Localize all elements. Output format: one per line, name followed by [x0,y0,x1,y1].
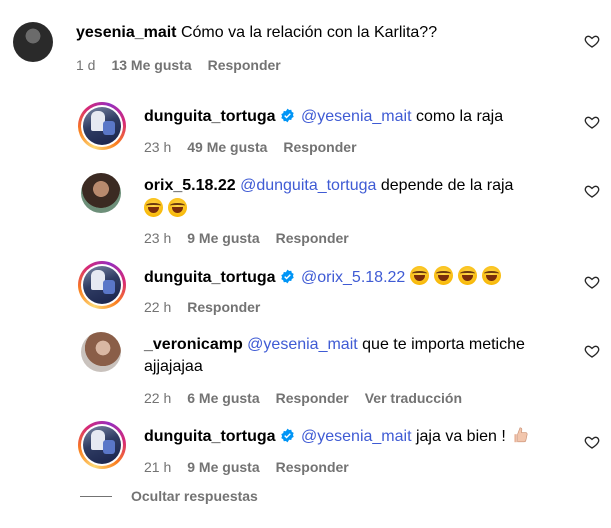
comment-mention[interactable]: @orix_5.18.22 [301,269,405,286]
comment-time[interactable]: 21 h [144,459,171,475]
comment-body: _veronicamp @yesenia_mait que te importa… [144,334,525,356]
face-with-tears-of-joy-icon [457,266,477,285]
comment-likes[interactable]: 6 Me gusta [187,390,259,406]
avatar-dunguita[interactable] [78,261,126,309]
heart-icon[interactable] [584,33,600,49]
comment-likes[interactable]: 13 Me gusta [111,57,191,73]
comment-text-continued: ajjajajaa [144,358,203,375]
comment-body: dunguita_tortuga @yesenia_mait jaja va b… [144,426,528,448]
reply-button[interactable]: Responder [276,390,349,406]
heart-icon[interactable] [584,114,600,130]
thumbs-up-icon [514,427,528,443]
comment-mention[interactable]: @yesenia_mait [301,428,412,445]
comment-time[interactable]: 23 h [144,230,171,246]
verified-badge-icon [280,428,294,443]
avatar-orix[interactable] [81,173,121,213]
comment-likes[interactable]: 9 Me gusta [187,230,259,246]
face-with-tears-of-joy-icon [409,266,429,285]
comment-body: dunguita_tortuga @yesenia_mait como la r… [144,106,503,128]
comment-username[interactable]: _veronicamp [144,336,243,353]
comment-time[interactable]: 1 d [76,57,95,73]
comment-text: como la raja [415,108,504,125]
comment-meta: 22 h Responder [144,298,276,316]
comment-body: orix_5.18.22 @dunguita_tortuga depende d… [144,175,513,197]
avatar-veronicamp[interactable] [81,332,121,372]
reply-button[interactable]: Responder [276,459,349,475]
comment-text: Cómo va la relación con la Karlita?? [180,24,438,41]
reply-button[interactable]: Responder [187,299,260,315]
comment-meta: 21 h 9 Me gusta Responder [144,458,365,476]
comment-username[interactable]: orix_5.18.22 [144,177,236,194]
comment-username[interactable]: dunguita_tortuga [144,428,276,445]
comment-likes[interactable]: 49 Me gusta [187,139,267,155]
comment-username[interactable]: dunguita_tortuga [144,269,276,286]
hide-replies-button[interactable]: Ocultar respuestas [131,488,258,504]
comment-meta: 23 h 9 Me gusta Responder [144,229,365,247]
avatar-yesenia[interactable] [13,22,53,62]
heart-icon[interactable] [584,274,600,290]
avatar-dunguita[interactable] [78,421,126,469]
verified-badge-icon [280,108,294,123]
comment-mention[interactable]: @dunguita_tortuga [240,177,376,194]
comment-likes[interactable]: 9 Me gusta [187,459,259,475]
avatar-dunguita[interactable] [78,102,126,150]
heart-icon[interactable] [584,183,600,199]
reply-button[interactable]: Responder [208,57,281,73]
comment-meta: 22 h 6 Me gusta Responder Ver traducción [144,389,478,407]
comment-body: yesenia_mait Cómo va la relación con la … [76,22,437,44]
comment-meta: 23 h 49 Me gusta Responder [144,138,373,156]
comment-time[interactable]: 22 h [144,390,171,406]
comment-mention[interactable]: @yesenia_mait [301,108,412,125]
hide-replies-divider [80,496,112,497]
see-translation-button[interactable]: Ver traducción [365,390,462,406]
face-with-tears-of-joy-icon [144,198,163,217]
heart-icon[interactable] [584,434,600,450]
comment-text: que te importa metiche [362,336,525,353]
face-with-tears-of-joy-icon [481,266,501,285]
emoji-row [144,198,192,219]
verified-badge-icon [280,269,294,284]
comment-meta: 1 d 13 Me gusta Responder [76,56,297,74]
reply-button[interactable]: Responder [276,230,349,246]
face-with-tears-of-joy-icon [433,266,453,285]
comment-mention[interactable]: @yesenia_mait [247,336,358,353]
comment-time[interactable]: 23 h [144,139,171,155]
reply-button[interactable]: Responder [283,139,356,155]
comment-text: depende de la raja [380,177,514,194]
comment-username[interactable]: yesenia_mait [76,24,177,41]
heart-icon[interactable] [584,343,600,359]
comment-text: jaja va bien ! [415,428,506,445]
comment-time[interactable]: 22 h [144,299,171,315]
comment-username[interactable]: dunguita_tortuga [144,108,276,125]
face-with-tears-of-joy-icon [168,198,187,217]
comment-body: dunguita_tortuga @orix_5.18.22 [144,266,506,289]
